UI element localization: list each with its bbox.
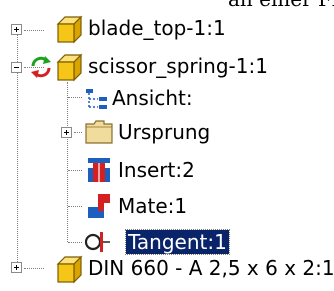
tree-item-label: Ansicht: <box>112 86 193 110</box>
tree-connector <box>68 242 82 243</box>
part-icon <box>54 52 84 87</box>
tree-item-label: Mate:1 <box>118 194 188 218</box>
tree-item-label: Insert:2 <box>118 158 195 182</box>
tree-connector <box>24 30 44 31</box>
browser-tree: blade_top-1:1 scissor_spring-1:1 Ansicht… <box>0 0 334 291</box>
tree-item-label: blade_top-1:1 <box>88 16 226 40</box>
part-icon <box>54 14 84 49</box>
tree-connector <box>68 97 82 98</box>
tree-item-label: scissor_spring-1:1 <box>88 54 268 78</box>
tree-connector <box>74 132 82 133</box>
expand-toggle-ursprung[interactable] <box>61 127 72 138</box>
tree-connector <box>24 268 44 269</box>
view-icon <box>84 86 110 117</box>
tree-item-label: DIN 660 - A 2,5 x 6 x 2:1 <box>88 256 334 280</box>
expand-toggle-blade-top[interactable] <box>11 24 22 35</box>
part-icon <box>54 254 84 289</box>
tree-item-label: Tangent:1 <box>125 229 230 255</box>
folder-icon <box>84 118 114 151</box>
tree-connector-child <box>67 82 68 242</box>
expand-toggle-din-660[interactable] <box>11 262 22 273</box>
collapse-toggle-scissor-spring[interactable] <box>11 62 22 73</box>
mate-constraint-icon <box>84 192 114 225</box>
tree-item-label: Ursprung <box>118 120 211 144</box>
tree-connector <box>68 170 82 171</box>
insert-constraint-icon <box>84 156 114 189</box>
adaptive-refresh-icon <box>29 55 53 84</box>
tree-connector <box>68 206 82 207</box>
